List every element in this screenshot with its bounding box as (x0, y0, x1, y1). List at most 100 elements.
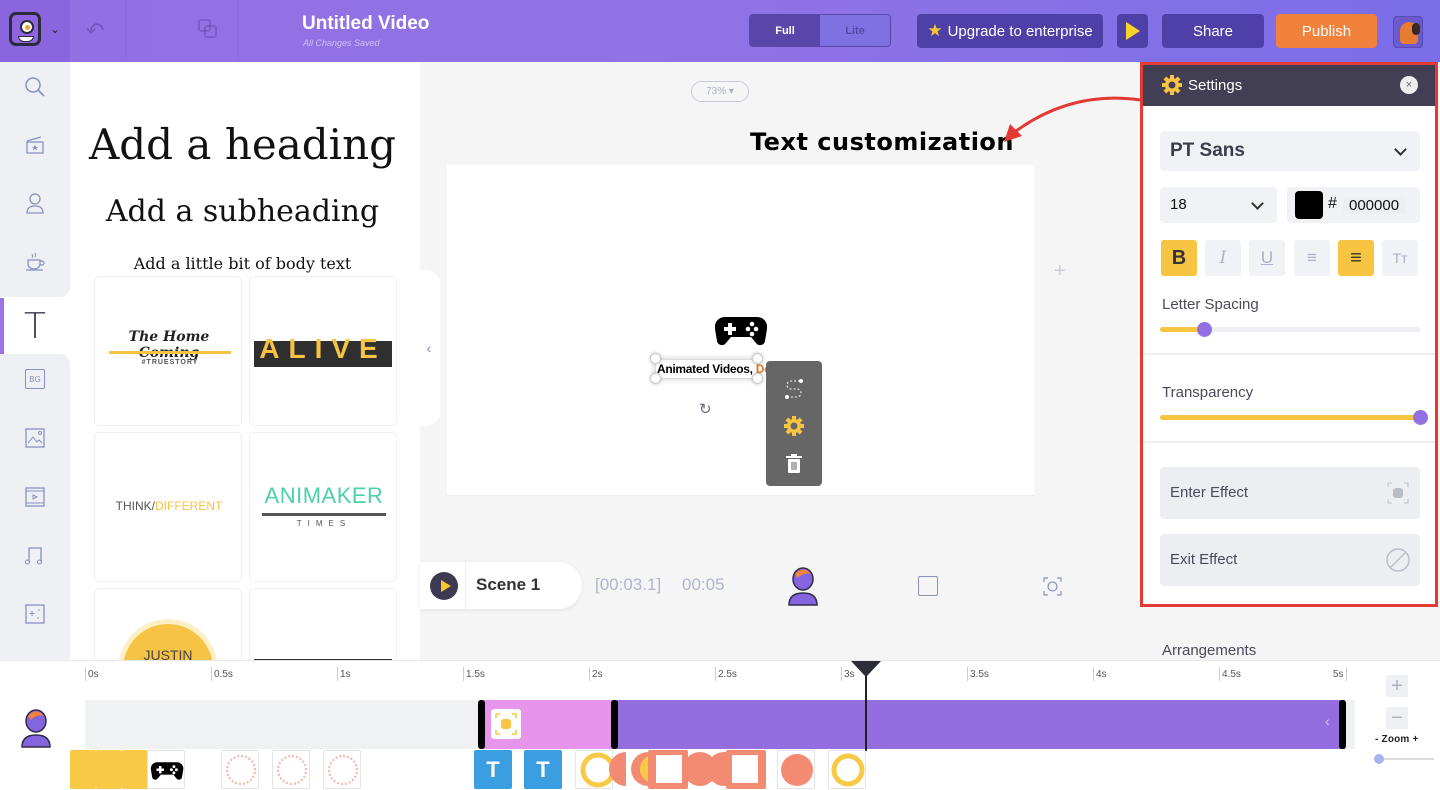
align-center-button[interactable]: ≡ (1338, 240, 1374, 276)
character-track-icon[interactable] (786, 566, 820, 606)
list-button[interactable]: ≡ (1294, 240, 1330, 276)
mode-full-button[interactable]: Full (750, 15, 820, 46)
gamepad-icon[interactable] (715, 313, 767, 347)
search-icon (25, 77, 45, 97)
sidebar-item-music[interactable] (0, 530, 70, 580)
timeline-thumbnail[interactable] (272, 750, 310, 789)
underline-button[interactable]: U (1249, 240, 1285, 276)
timeline-thumbnail[interactable] (147, 750, 185, 789)
canvas-zoom-select[interactable]: 73% ▾ (691, 81, 749, 102)
video-clip-icon[interactable] (918, 576, 938, 596)
add-heading-option[interactable]: Add a heading (70, 120, 415, 169)
italic-button[interactable]: I (1205, 240, 1241, 276)
close-settings-button[interactable]: × (1400, 76, 1418, 94)
settings-header: Settings × (1143, 65, 1435, 106)
slider-handle[interactable] (1197, 322, 1212, 337)
user-avatar[interactable] (1393, 16, 1423, 48)
image-icon (25, 428, 45, 448)
timeline-thumbnail[interactable]: T (474, 750, 512, 789)
share-button[interactable]: Share (1162, 14, 1264, 48)
enter-effect-chip[interactable] (490, 709, 521, 739)
sidebar-item-effects[interactable] (0, 589, 70, 639)
resize-handle[interactable] (752, 353, 763, 364)
camera-focus-icon[interactable] (1043, 577, 1062, 596)
add-scene-icon[interactable]: + (1054, 260, 1066, 283)
upgrade-button[interactable]: ★ Upgrade to enterprise (917, 14, 1103, 48)
timeline-thumbnail[interactable] (700, 750, 728, 789)
timeline-zoom-in-button[interactable]: + (1386, 675, 1408, 697)
app-menu[interactable]: ⌄ (0, 0, 70, 62)
add-body-text-option[interactable]: Add a little bit of body text (70, 254, 415, 273)
timeline-thumbnail[interactable] (323, 750, 361, 789)
text-template-card[interactable]: JUSTIN (94, 588, 242, 660)
letter-spacing-slider[interactable] (1160, 322, 1420, 337)
timeline-zoom-slider[interactable] (1378, 758, 1434, 760)
mode-lite-button[interactable]: Lite (820, 15, 890, 46)
scene-play-button[interactable] (430, 572, 458, 600)
resize-handle[interactable] (650, 373, 661, 384)
text-case-button[interactable]: Tт (1382, 240, 1418, 276)
transparency-slider[interactable] (1160, 410, 1428, 425)
sidebar-item-videos[interactable] (0, 472, 70, 522)
rotate-icon[interactable]: ↻ (699, 400, 712, 418)
slider-handle[interactable] (1374, 754, 1384, 764)
preview-play-button[interactable] (1117, 14, 1148, 48)
timeline-thumbnail[interactable] (777, 750, 815, 789)
hex-input[interactable]: 000000 (1343, 197, 1406, 214)
text-template-card[interactable] (249, 588, 397, 660)
scene-selector[interactable]: Scene 1 (420, 562, 582, 609)
timeline-thumbnail[interactable] (96, 750, 122, 789)
text-color-field[interactable]: # 000000 (1287, 187, 1420, 223)
sidebar-item-characters[interactable] (0, 178, 70, 228)
text-template-card[interactable]: The Home Coming #TRUESTORY (94, 276, 242, 426)
slider-handle[interactable] (1413, 410, 1428, 425)
chevron-left-icon[interactable]: ‹ (1325, 713, 1330, 729)
segment-handle[interactable] (611, 700, 619, 749)
exit-effect-button[interactable]: Exit Effect (1160, 534, 1420, 586)
scene-label: Scene 1 (476, 575, 541, 594)
resize-handle[interactable] (752, 373, 763, 384)
sidebar-item-scenes[interactable] (0, 120, 70, 170)
timeline-zoom-out-button[interactable]: − (1386, 707, 1408, 729)
timeline-thumbnail[interactable] (828, 750, 866, 789)
delete-element-button[interactable] (766, 449, 822, 479)
sidebar-item-images[interactable] (0, 413, 70, 463)
motion-path-button[interactable] (766, 373, 822, 403)
sidebar-item-background[interactable]: BG (0, 354, 70, 404)
timeline-thumbnail[interactable] (626, 750, 648, 789)
resize-handle[interactable] (650, 353, 661, 364)
text-template-card[interactable]: ALIVE (249, 276, 397, 426)
playhead[interactable] (865, 671, 868, 751)
segment-handle[interactable] (477, 700, 485, 749)
project-title[interactable]: Untitled Video (302, 13, 429, 35)
timeline-thumbnail[interactable]: T (524, 750, 562, 789)
sidebar-item-text[interactable]: T (0, 300, 70, 352)
collapse-panel-button[interactable]: ‹ (418, 270, 440, 426)
font-size-select[interactable]: 18 (1160, 187, 1277, 223)
timeline-thumbnail[interactable] (70, 750, 96, 789)
timeline-thumbnail[interactable] (726, 750, 766, 789)
publish-button[interactable]: Publish (1276, 14, 1377, 48)
timeline-thumbnail[interactable] (221, 750, 259, 789)
element-settings-button[interactable] (766, 411, 822, 441)
sidebar-item-props[interactable] (0, 236, 70, 286)
enter-effect-button[interactable]: Enter Effect (1160, 467, 1420, 519)
font-family-select[interactable]: PT Sans (1160, 131, 1420, 171)
undo-icon[interactable]: ↶ (86, 18, 110, 43)
mode-toggle[interactable]: Full Lite (749, 14, 891, 47)
character-avatar-icon (21, 709, 51, 748)
timeline-thumbnail[interactable] (122, 750, 148, 789)
text-template-card[interactable]: ANIMAKER TIMES (249, 432, 397, 582)
text-template-card[interactable]: THINK/DIFFERENT (94, 432, 242, 582)
save-status: All Changes Saved (303, 38, 380, 48)
duplicate-icon[interactable] (198, 19, 220, 41)
bold-button[interactable]: B (1161, 240, 1197, 276)
timeline-thumbnail[interactable] (600, 750, 626, 789)
add-subheading-option[interactable]: Add a subheading (70, 194, 415, 229)
main-duration-segment[interactable] (614, 700, 1345, 749)
playhead-handle[interactable] (851, 661, 882, 677)
color-swatch[interactable] (1295, 191, 1323, 219)
sidebar-item-search[interactable] (0, 62, 70, 112)
segment-handle[interactable] (1339, 700, 1346, 749)
ruler-tick: 1s (337, 667, 351, 681)
